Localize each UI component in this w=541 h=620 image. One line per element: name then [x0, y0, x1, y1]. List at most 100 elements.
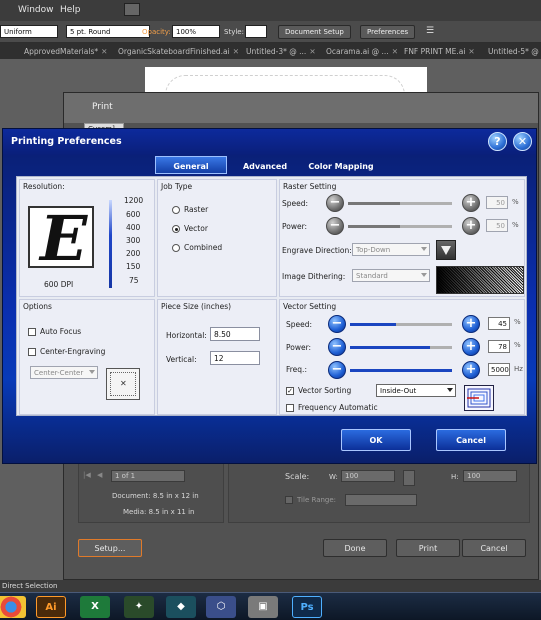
tile-range-checkbox[interactable]	[285, 496, 293, 504]
vector-power-increase-button[interactable]: +	[462, 338, 480, 356]
h-label: H:	[451, 473, 459, 481]
tile-range-input[interactable]	[345, 494, 417, 506]
combined-radio[interactable]	[172, 244, 180, 252]
vector-sorting-select[interactable]: Inside-Out	[376, 384, 456, 397]
illustrator-icon[interactable]: Ai	[36, 596, 66, 618]
help-icon[interactable]: ?	[488, 132, 507, 151]
close-icon[interactable]: ✕	[513, 132, 532, 151]
workspace-menu-icon[interactable]: ☰	[426, 26, 434, 36]
vector-sorting-checkbox[interactable]: ✓	[286, 387, 294, 395]
app-icon[interactable]: ✦	[124, 596, 154, 618]
center-position-select[interactable]: Center-Center	[30, 366, 98, 379]
frequency-automatic-checkbox[interactable]	[286, 404, 294, 412]
close-icon[interactable]: ✕	[233, 47, 239, 56]
resolution-option[interactable]: 300	[126, 236, 140, 245]
cancel-button[interactable]: Cancel	[436, 429, 506, 451]
style-swatch[interactable]	[245, 25, 267, 38]
resolution-slider[interactable]	[109, 200, 112, 288]
center-engraving-checkbox[interactable]	[28, 348, 36, 356]
resolution-option[interactable]: 400	[126, 223, 140, 232]
vector-power-slider[interactable]	[350, 346, 452, 349]
resolution-option[interactable]: 600	[126, 210, 140, 219]
app-icon[interactable]: ◆	[166, 596, 196, 618]
close-icon[interactable]: ✕	[309, 47, 315, 56]
vector-speed-value[interactable]: 45	[488, 317, 510, 330]
preferences-titlebar: Printing Preferences ? ✕	[3, 129, 536, 155]
doc-tab[interactable]: OrganicSkateboardFinished.ai ✕	[118, 47, 239, 56]
chrome-icon[interactable]	[0, 596, 26, 618]
vector-speed-increase-button[interactable]: +	[462, 315, 480, 333]
doc-tab[interactable]: Untitled-5* @ ...	[488, 47, 541, 56]
raster-setting-section: Raster Setting Speed: − + 50 % Power: − …	[279, 179, 525, 297]
opacity-input[interactable]: 100%	[172, 25, 220, 38]
vector-radio[interactable]	[172, 225, 180, 233]
raster-power-slider[interactable]	[348, 225, 452, 228]
doc-tab[interactable]: ApprovedMaterials* ✕	[24, 47, 107, 56]
doc-tab[interactable]: FNF PRINT ME.ai ✕	[404, 47, 475, 56]
piece-size-section: Piece Size (inches) Horizontal: 8.50 Ver…	[157, 299, 277, 415]
resolution-preview: E	[28, 202, 94, 275]
vector-speed-decrease-button[interactable]: −	[328, 315, 346, 333]
tab-general[interactable]: General	[155, 156, 227, 174]
menu-window[interactable]: Window	[18, 5, 54, 15]
ok-button[interactable]: OK	[341, 429, 411, 451]
tab-advanced[interactable]: Advanced	[235, 159, 295, 174]
first-page-icon[interactable]: |◀	[83, 471, 91, 479]
done-button[interactable]: Done	[323, 539, 387, 557]
close-icon[interactable]: ✕	[392, 47, 398, 56]
resolution-option[interactable]: 1200	[124, 196, 143, 205]
resolution-option[interactable]: 200	[126, 249, 140, 258]
menu-help[interactable]: Help	[60, 5, 81, 15]
cancel-print-button[interactable]: Cancel	[462, 539, 526, 557]
center-position-grid[interactable]: ✕	[106, 368, 140, 400]
arrange-documents-icon[interactable]	[124, 3, 140, 16]
app-icon[interactable]: ⬡	[206, 596, 236, 618]
vector-setting-section: Vector Setting Speed: − + 45 % Power: − …	[279, 299, 525, 415]
engrave-direction-select[interactable]: Top-Down	[352, 243, 430, 256]
vector-power-value[interactable]: 78	[488, 340, 510, 353]
scale-height-input[interactable]: 100	[463, 470, 517, 482]
raster-speed-increase-button[interactable]: +	[462, 194, 480, 212]
raster-power-increase-button[interactable]: +	[462, 217, 480, 235]
vector-speed-slider[interactable]	[350, 323, 452, 326]
doc-tab[interactable]: Untitled-3* @ ... ✕	[246, 47, 316, 56]
brush-select[interactable]: 5 pt. Round	[66, 25, 150, 38]
combined-label: Combined	[184, 243, 223, 252]
close-icon[interactable]: ✕	[101, 47, 107, 56]
page-field[interactable]: 1 of 1	[111, 470, 185, 482]
frequency-value[interactable]: 5000	[488, 363, 510, 376]
frequency-increase-button[interactable]: +	[462, 361, 480, 379]
close-icon[interactable]: ✕	[468, 47, 474, 56]
raster-radio[interactable]	[172, 206, 180, 214]
scale-width-input[interactable]: 100	[341, 470, 395, 482]
resolution-option[interactable]: 75	[129, 276, 139, 285]
resolution-option[interactable]: 150	[126, 262, 140, 271]
vector-power-decrease-button[interactable]: −	[328, 338, 346, 356]
vertical-input[interactable]: 12	[210, 351, 260, 365]
raster-power-value[interactable]: 50	[486, 219, 508, 232]
frequency-slider[interactable]	[350, 369, 452, 372]
tab-color-mapping[interactable]: Color Mapping	[303, 159, 379, 174]
prev-page-icon[interactable]: ◀	[97, 471, 102, 479]
doc-tab[interactable]: Ocarama.ai @ ... ✕	[326, 47, 398, 56]
raster-speed-slider[interactable]	[348, 202, 452, 205]
horizontal-input[interactable]: 8.50	[210, 327, 260, 341]
link-scale-icon[interactable]	[403, 470, 415, 486]
control-bar: Uniform 5 pt. Round Opacity: 100% Style:…	[0, 21, 541, 43]
frequency-decrease-button[interactable]: −	[328, 361, 346, 379]
document-setup-button[interactable]: Document Setup	[278, 25, 351, 39]
photoshop-icon[interactable]: Ps	[292, 596, 322, 618]
raster-power-decrease-button[interactable]: −	[326, 217, 344, 235]
vector-speed-label: Speed:	[286, 320, 313, 329]
image-dithering-select[interactable]: Standard	[352, 269, 430, 282]
scale-panel: Scale: W: 100 H: 100 Tile Range:	[228, 463, 530, 523]
preferences-button[interactable]: Preferences	[360, 25, 416, 39]
app-icon[interactable]: ▣	[248, 596, 278, 618]
raster-speed-decrease-button[interactable]: −	[326, 194, 344, 212]
raster-speed-value[interactable]: 50	[486, 196, 508, 209]
print-button[interactable]: Print	[396, 539, 460, 557]
setup-button[interactable]: Setup...	[78, 539, 142, 557]
auto-focus-checkbox[interactable]	[28, 328, 36, 336]
stroke-profile-select[interactable]: Uniform	[0, 25, 58, 38]
excel-icon[interactable]: X	[80, 596, 110, 618]
